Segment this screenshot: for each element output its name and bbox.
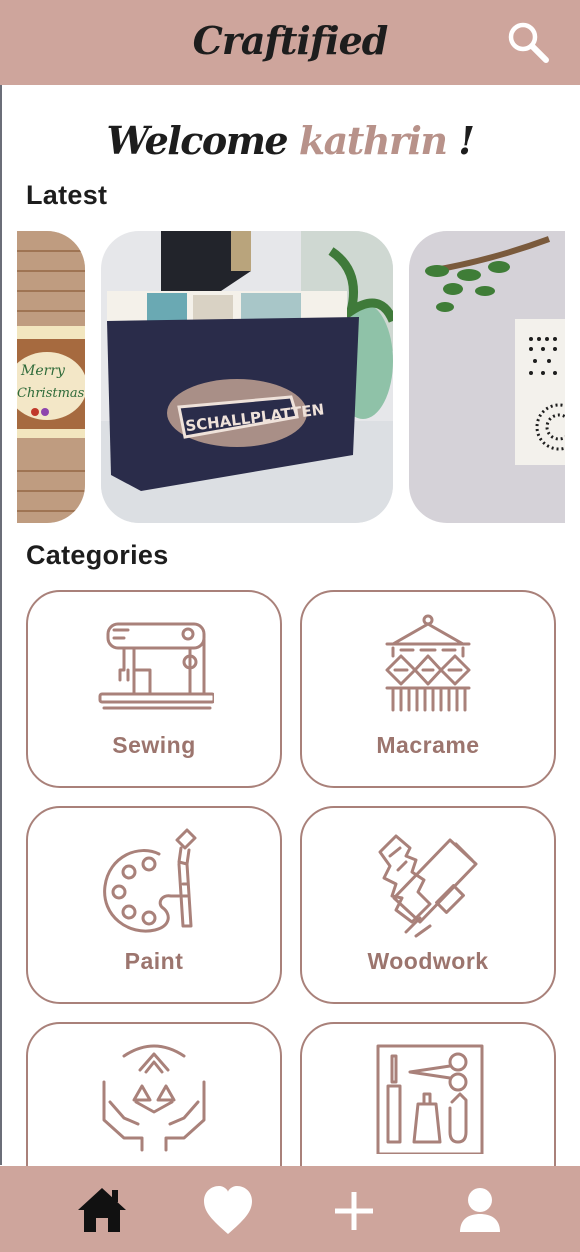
latest-card-christmas[interactable]: Merry Christmas	[17, 231, 85, 523]
wall-art-image	[409, 231, 565, 523]
recycle-icon-wrap	[28, 1042, 280, 1152]
category-label-woodwork: Woodwork	[367, 948, 489, 974]
category-card-macrame[interactable]: Macrame	[300, 590, 556, 788]
plus-icon	[335, 1192, 373, 1230]
category-label-sewing: Sewing	[112, 732, 196, 758]
welcome-username: kathrin	[298, 118, 448, 163]
home-icon	[78, 1188, 126, 1232]
nav-favorites[interactable]	[198, 1180, 258, 1240]
nav-profile[interactable]	[450, 1180, 510, 1240]
category-card-sewing[interactable]: Sewing	[26, 590, 282, 788]
categories-heading: Categories	[26, 540, 169, 570]
tools-icon-wrap	[302, 1042, 554, 1154]
woodwork-icon-wrap	[302, 826, 554, 938]
window-edge	[0, 85, 2, 1165]
record-box-image: SCHALLPLATTEN	[101, 231, 393, 523]
welcome-heading: Welcome kathrin !	[0, 118, 580, 163]
paint-palette-icon	[103, 828, 197, 933]
christmas-card-image: Merry Christmas	[17, 231, 85, 523]
sewing-icon-wrap	[28, 610, 280, 720]
search-button[interactable]	[506, 20, 550, 64]
search-icon	[508, 22, 549, 63]
macrame-icon	[385, 614, 471, 712]
heart-icon	[204, 1186, 252, 1234]
welcome-prefix: Welcome	[106, 118, 289, 163]
latest-card-record-box[interactable]: SCHALLPLATTEN	[101, 231, 393, 523]
app-title: Craftified	[192, 18, 389, 63]
latest-heading: Latest	[26, 180, 108, 210]
latest-card-wall-art[interactable]	[409, 231, 565, 523]
nav-add[interactable]	[324, 1180, 384, 1240]
christmas-card-text-1: Merry	[20, 363, 66, 379]
bottom-navigation	[0, 1166, 580, 1252]
latest-carousel[interactable]: Merry Christmas SCHALLPLATTEN	[17, 231, 565, 523]
category-card-paint[interactable]: Paint	[26, 806, 282, 1004]
craft-tools-icon	[376, 1044, 484, 1154]
user-icon	[460, 1188, 500, 1232]
woodwork-icon	[378, 834, 478, 938]
macrame-icon-wrap	[302, 610, 554, 720]
category-label-paint: Paint	[124, 948, 184, 974]
paint-icon-wrap	[28, 826, 280, 936]
welcome-suffix: !	[458, 118, 475, 163]
category-card-woodwork[interactable]: Woodwork	[300, 806, 556, 1004]
christmas-card-text-2: Christmas	[17, 386, 85, 401]
recycle-hands-icon	[102, 1044, 206, 1152]
top-app-bar: Craftified	[0, 0, 580, 85]
category-label-macrame: Macrame	[376, 732, 480, 758]
nav-home[interactable]	[72, 1180, 132, 1240]
sewing-machine-icon	[98, 622, 214, 710]
